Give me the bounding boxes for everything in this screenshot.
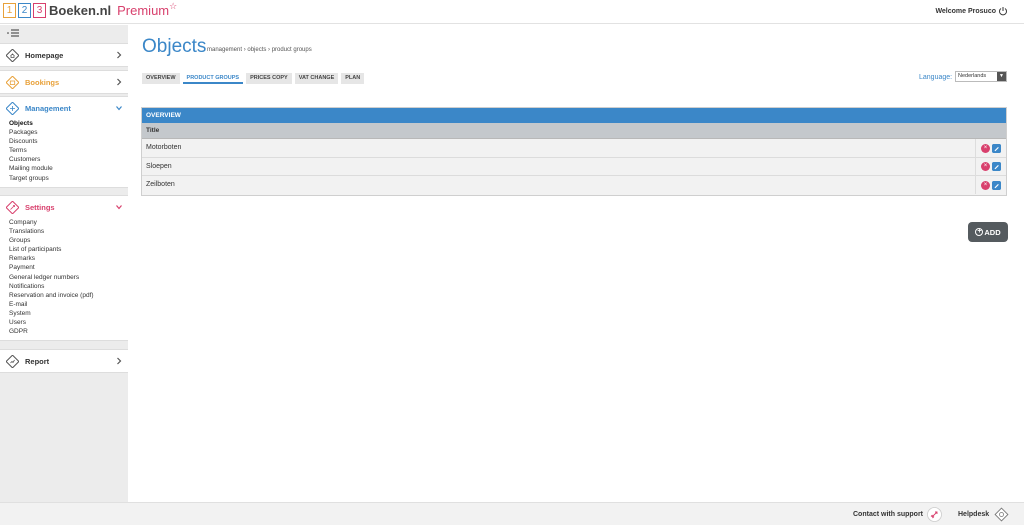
edit-icon[interactable] <box>992 143 1001 153</box>
tab-product-groups[interactable]: PRODUCT GROUPS <box>182 73 244 84</box>
page-title: Objects <box>142 36 207 57</box>
sidebar-item-list-of-participants[interactable]: List of participants <box>9 245 128 254</box>
menu-toggle-icon[interactable] <box>6 28 20 38</box>
logo-text: Boeken.nl <box>49 3 112 18</box>
top-bar: 1 2 3 Boeken.nl Premium ☆ Welcome Prosuc… <box>0 0 1024 24</box>
row-title: Motorboten <box>146 144 182 151</box>
rocket-icon[interactable] <box>927 507 942 522</box>
table-row: Motorboten × <box>142 139 1006 158</box>
sidebar-label-homepage: Homepage <box>25 50 64 60</box>
sidebar-label-settings: Settings <box>25 202 55 212</box>
add-button[interactable]: + ADD <box>968 222 1008 242</box>
sidebar-item-company[interactable]: Company <box>9 218 128 227</box>
dropdown-arrow-icon: ▼ <box>997 72 1006 81</box>
edit-icon[interactable] <box>992 162 1001 172</box>
sidebar-section-settings: Settings Company Translations Groups Lis… <box>0 195 128 342</box>
home-icon <box>6 48 19 62</box>
sidebar-label-bookings: Bookings <box>25 77 60 87</box>
plus-icon: + <box>975 228 984 236</box>
sidebar-item-homepage[interactable]: Homepage <box>0 44 128 66</box>
report-icon <box>6 354 19 368</box>
chevron-down-icon <box>116 106 122 111</box>
row-title: Zeilboten <box>146 181 175 189</box>
sidebar-section-homepage: Homepage <box>0 43 128 67</box>
power-icon[interactable] <box>998 6 1008 16</box>
sidebar-item-bookings[interactable]: Bookings <box>0 71 128 93</box>
sidebar-item-notifications[interactable]: Notifications <box>9 282 128 291</box>
column-header-title: Title <box>142 123 1006 139</box>
delete-icon[interactable]: × <box>981 162 990 172</box>
sidebar-item-email[interactable]: E-mail <box>9 300 128 309</box>
sidebar-item-objects[interactable]: Objects <box>9 119 128 128</box>
sidebar-item-packages[interactable]: Packages <box>9 128 128 137</box>
sidebar-section-bookings: Bookings <box>0 70 128 94</box>
star-icon: ☆ <box>169 1 178 11</box>
language-value: Nederlands <box>958 73 987 79</box>
chevron-right-icon <box>117 78 122 86</box>
sidebar-item-reservation-invoice[interactable]: Reservation and invoice (pdf) <box>9 291 128 300</box>
panel-title: OVERVIEW <box>142 108 1006 123</box>
sidebar-item-payment[interactable]: Payment <box>9 263 128 272</box>
management-icon <box>6 101 19 115</box>
sidebar-item-mailing-module[interactable]: Mailing module <box>9 164 128 173</box>
settings-submenu: Company Translations Groups List of part… <box>0 218 128 340</box>
sidebar-item-gdpr[interactable]: GDPR <box>9 327 128 336</box>
add-label: ADD <box>984 227 1001 237</box>
logo-digit-2: 2 <box>18 3 31 18</box>
footer: Contact with support Helpdesk <box>0 502 1024 525</box>
sidebar-item-customers[interactable]: Customers <box>9 155 128 164</box>
sidebar-section-management: Management Objects Packages Discounts Te… <box>0 96 128 188</box>
sidebar-item-general-ledger-numbers[interactable]: General ledger numbers <box>9 273 128 282</box>
sidebar-item-groups[interactable]: Groups <box>9 236 128 245</box>
sidebar-item-management[interactable]: Management <box>0 97 128 119</box>
sidebar-item-settings[interactable]: Settings <box>0 196 128 218</box>
helpdesk-link[interactable]: Helpdesk <box>958 511 989 518</box>
sidebar-label-report: Report <box>25 356 50 366</box>
logo[interactable]: 1 2 3 Boeken.nl Premium ☆ <box>3 1 178 18</box>
sidebar-item-discounts[interactable]: Discounts <box>9 137 128 146</box>
overview-panel: OVERVIEW Title Motorboten × Sloepen × Ze… <box>141 107 1007 196</box>
delete-icon[interactable]: × <box>981 143 990 153</box>
sidebar-item-report[interactable]: Report <box>0 350 128 372</box>
sidebar-item-target-groups[interactable]: Target groups <box>9 174 128 183</box>
tab-prices-copy[interactable]: PRICES COPY <box>246 73 292 84</box>
sidebar-item-terms[interactable]: Terms <box>9 146 128 155</box>
tab-bar: OVERVIEW PRODUCT GROUPS PRICES COPY VAT … <box>142 73 367 84</box>
management-submenu: Objects Packages Discounts Terms Custome… <box>0 119 128 187</box>
table-row: Sloepen × <box>142 157 1006 177</box>
delete-icon[interactable]: × <box>981 180 990 190</box>
logo-digit-1: 1 <box>3 3 16 18</box>
table-row: Zeilboten × <box>142 176 1006 195</box>
logo-digit-3: 3 <box>33 3 46 18</box>
sidebar: Homepage Bookings Management Objects Pac… <box>0 25 128 502</box>
chevron-right-icon <box>117 357 122 365</box>
logo-premium: Premium <box>117 3 170 18</box>
sidebar-item-users[interactable]: Users <box>9 318 128 327</box>
tab-plan[interactable]: PLAN <box>341 73 365 84</box>
sidebar-item-remarks[interactable]: Remarks <box>9 254 128 263</box>
language-label: Language: <box>919 74 953 81</box>
sidebar-label-management: Management <box>25 103 71 113</box>
tab-vat-change[interactable]: VAT CHANGE <box>294 73 339 84</box>
edit-icon[interactable] <box>992 180 1001 190</box>
welcome-text: Welcome Prosuco <box>935 8 996 15</box>
chevron-right-icon <box>117 51 122 59</box>
row-actions: × <box>975 139 1006 157</box>
chevron-down-icon <box>116 205 122 210</box>
row-title: Sloepen <box>146 162 172 170</box>
breadcrumb: management › objects › product groups <box>207 47 312 53</box>
sidebar-section-report: Report <box>0 349 128 373</box>
sidebar-item-translations[interactable]: Translations <box>9 227 128 236</box>
helpdesk-icon[interactable] <box>994 507 1009 522</box>
tab-overview[interactable]: OVERVIEW <box>142 73 180 84</box>
bookings-icon <box>6 75 19 89</box>
sidebar-item-system[interactable]: System <box>9 309 128 318</box>
settings-icon <box>6 200 19 214</box>
language-select[interactable]: Nederlands ▼ <box>955 71 1007 82</box>
support-link[interactable]: Contact with support <box>853 511 923 518</box>
row-actions: × <box>975 176 1006 195</box>
row-actions: × <box>975 157 1006 176</box>
